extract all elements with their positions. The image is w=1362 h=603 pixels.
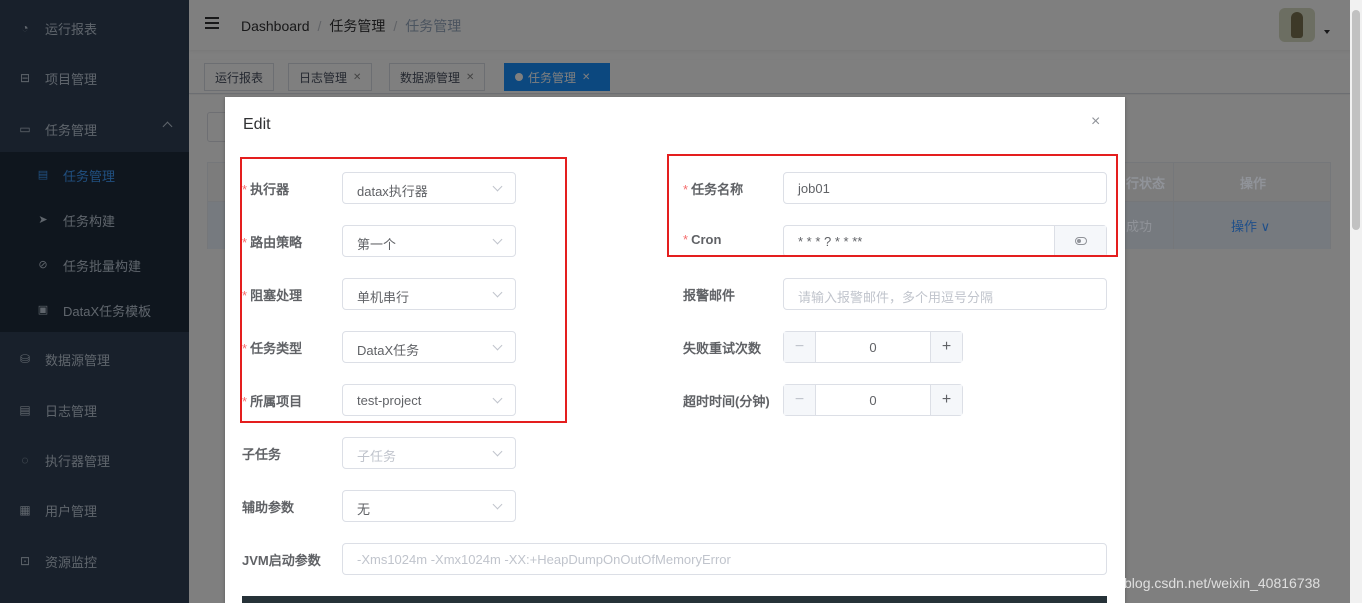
child-placeholder: 子任务	[357, 449, 397, 464]
retry-stepper[interactable]: − 0 +	[783, 331, 963, 363]
annotation-box	[240, 157, 567, 423]
retry-label: 失败重试次数	[683, 341, 762, 356]
child-label: 子任务	[242, 447, 282, 462]
jvm-placeholder: -Xms1024m -Xmx1024m -XX:+HeapDumpOnOutOf…	[357, 552, 731, 567]
email-label: 报警邮件	[683, 288, 736, 303]
table-action-dropdown[interactable]: 操作 ∨	[1231, 216, 1270, 235]
scrollbar-thumb[interactable]	[1352, 10, 1360, 230]
jvm-input[interactable]: -Xms1024m -Xmx1024m -XX:+HeapDumpOnOutOf…	[342, 543, 1107, 575]
page-scrollbar[interactable]	[1350, 0, 1362, 603]
timeout-stepper[interactable]: − 0 +	[783, 384, 963, 416]
close-icon[interactable]: ×	[1091, 113, 1100, 131]
child-select[interactable]: 子任务	[342, 437, 516, 469]
plus-icon[interactable]: +	[930, 332, 962, 362]
minus-icon[interactable]: −	[784, 332, 816, 362]
email-placeholder: 请输入报警邮件，多个用逗号分隔	[798, 290, 994, 305]
timeout-value[interactable]: 0	[816, 393, 930, 408]
param-label: 辅助参数	[242, 500, 295, 515]
timeout-label: 超时时间(分钟)	[683, 394, 770, 409]
retry-value[interactable]: 0	[816, 340, 930, 355]
plus-icon[interactable]: +	[930, 385, 962, 415]
chevron-down-icon: ∨	[1260, 219, 1271, 234]
minus-icon[interactable]: −	[784, 385, 816, 415]
code-editor[interactable]	[242, 596, 1107, 603]
table-cell-status: 成功	[1126, 219, 1153, 234]
jvm-label: JVM启动参数	[242, 553, 321, 568]
dialog-title: Edit	[243, 116, 271, 133]
param-select[interactable]: 无	[342, 490, 516, 522]
watermark: https://blog.csdn.net/weixin_40816738	[1082, 575, 1321, 591]
email-input[interactable]: 请输入报警邮件，多个用逗号分隔	[783, 278, 1107, 310]
chevron-down-icon	[492, 446, 503, 457]
edit-dialog: Edit × * 执行器 datax执行器 * 路由策略 第一个 * 阻塞处理 单机串…	[225, 97, 1125, 603]
table-header-action: 操作	[1240, 176, 1267, 191]
param-value: 无	[357, 502, 371, 517]
annotation-box	[667, 154, 1118, 257]
table-header-status: 行状态	[1126, 176, 1166, 191]
table-action-label: 操作	[1231, 219, 1258, 234]
chevron-down-icon	[492, 499, 503, 510]
